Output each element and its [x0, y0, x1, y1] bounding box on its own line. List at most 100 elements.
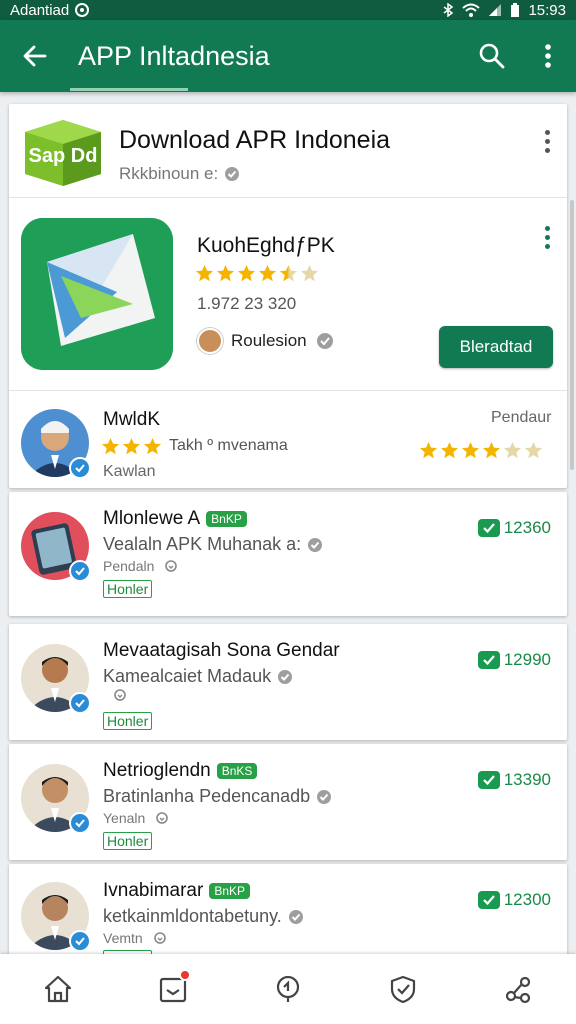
star-icon [419, 441, 438, 459]
item-line: Kamealcaiet Madauk [103, 666, 293, 687]
back-button[interactable] [0, 20, 70, 92]
avatar [21, 764, 91, 834]
item-line-text: Vealaln APK Muhanak a: [103, 534, 302, 554]
app-menu-button[interactable] [537, 226, 557, 249]
item-name: Mlonlewe A [103, 508, 201, 529]
list-item[interactable]: Mlonlewe A BnKP Vealaln APK Muhanak a: Pe… [9, 492, 567, 616]
hero-title: Download APR Indoneia [119, 126, 391, 154]
item-meta-text: Yenaln [103, 810, 146, 826]
item-tag[interactable]: Honler [103, 832, 153, 850]
search-icon [479, 43, 505, 69]
item-name: Mevaatagisah Sona Gendar [103, 640, 340, 661]
item-count: 12990 [477, 650, 551, 670]
status-bar: Adantiad 15:93 [0, 0, 576, 20]
bottom-nav [0, 954, 576, 1024]
star-icon [122, 437, 141, 455]
notification-icon [75, 3, 90, 17]
verified-badge-icon [69, 457, 91, 479]
list-item[interactable]: Mevaatagisah Sona Gendar Kamealcaiet Mad… [9, 624, 567, 740]
nav-home[interactable] [28, 959, 88, 1019]
verified-badge-icon [69, 812, 91, 834]
item-tag[interactable]: Honler [103, 580, 153, 598]
item-title: Ivnabimarar BnKP [103, 880, 251, 902]
page-title: APP Inltadnesia [78, 40, 270, 71]
item-meta [103, 688, 127, 702]
item-count-value: 12300 [503, 890, 551, 909]
battery-icon [511, 3, 520, 17]
developer-row[interactable]: Roulesion [197, 328, 335, 354]
check-icon [477, 519, 500, 537]
info-icon [288, 909, 303, 924]
wifi-icon [462, 3, 481, 17]
review-right-stars [419, 441, 543, 460]
nav-inbox[interactable] [143, 959, 203, 1019]
item-meta: Yenaln [103, 810, 169, 826]
nav-location[interactable] [258, 959, 318, 1019]
item-line-text: ketkainmldontabetuny. [103, 906, 282, 926]
reviewer-stars [101, 437, 162, 456]
item-pill: BnKP [206, 510, 247, 527]
clock: 15:93 [528, 1, 566, 19]
check-icon [477, 891, 500, 909]
item-title: Mevaatagisah Sona Gendar [103, 640, 340, 662]
reviewer-name: MwldK [103, 409, 161, 430]
verified-badge-icon [69, 930, 91, 952]
item-tag[interactable]: Honler [103, 712, 153, 730]
item-count-value: 12360 [503, 518, 551, 537]
item-name: Netrioglendn [103, 760, 211, 781]
item-count-value: 13390 [503, 770, 551, 789]
heart-icon [114, 689, 126, 701]
info-icon [317, 789, 332, 804]
star-icon [237, 264, 256, 282]
list-item[interactable]: Netrioglendn BnKS Bratinlanha Pedencanadb… [9, 744, 567, 860]
verified-icon [225, 167, 240, 181]
app-icon[interactable] [21, 218, 173, 370]
info-icon [308, 537, 323, 552]
notification-dot [178, 969, 191, 981]
verified-badge-icon [69, 692, 91, 714]
star-icon [300, 264, 319, 282]
check-icon [477, 771, 500, 789]
review-subtext: Kawlan [103, 463, 156, 480]
item-count: 13390 [477, 770, 551, 790]
star-icon [482, 441, 501, 459]
avatar [21, 644, 91, 714]
app-name: KuohEghdƒPK [197, 234, 335, 257]
star-icon [440, 441, 459, 459]
info-icon [278, 669, 293, 684]
featured-review[interactable]: MwldK Takh º mvenama Kawlan Pendaur [9, 390, 567, 496]
tab-indicator [70, 88, 188, 91]
hero-menu-button[interactable] [537, 130, 557, 153]
hero-subtitle-text: Rkkbinoun e: [119, 164, 219, 183]
more-vert-icon [545, 44, 551, 68]
share-icon [506, 976, 531, 1004]
overflow-menu-button[interactable] [520, 20, 576, 92]
hero-card: Sap Dd Download APR Indoneia Rkkbinoun e… [9, 104, 567, 488]
scrollbar[interactable] [570, 200, 574, 470]
download-count: 1.972 23 320 [197, 294, 297, 313]
star-icon [258, 264, 277, 282]
nav-share[interactable] [488, 959, 548, 1019]
avatar [21, 409, 91, 479]
list-item[interactable]: Ivnabimarar BnKP ketkainmldontabetuny. Ve… [9, 864, 567, 968]
item-count: 12300 [477, 890, 551, 910]
heart-icon [156, 812, 169, 824]
item-name: Ivnabimarar [103, 880, 204, 901]
star-icon [143, 437, 162, 455]
location-icon [276, 975, 300, 1002]
brand-logo: Sap Dd [25, 120, 101, 186]
review-right-label: Pendaur [491, 409, 552, 426]
item-meta-text: Pendaln [103, 558, 155, 574]
heart-icon [153, 932, 166, 944]
nav-security[interactable] [373, 959, 433, 1019]
carrier-label: Adantiad [10, 1, 70, 19]
arrow-back-icon [23, 45, 47, 67]
avatar [21, 512, 91, 582]
check-icon [477, 651, 500, 669]
shield-check-icon [391, 975, 416, 1004]
download-button[interactable]: Bleradtad [439, 326, 553, 368]
search-button[interactable] [464, 20, 520, 92]
verified-badge-icon [69, 560, 91, 582]
star-icon [101, 437, 120, 455]
signal-icon [489, 4, 502, 16]
